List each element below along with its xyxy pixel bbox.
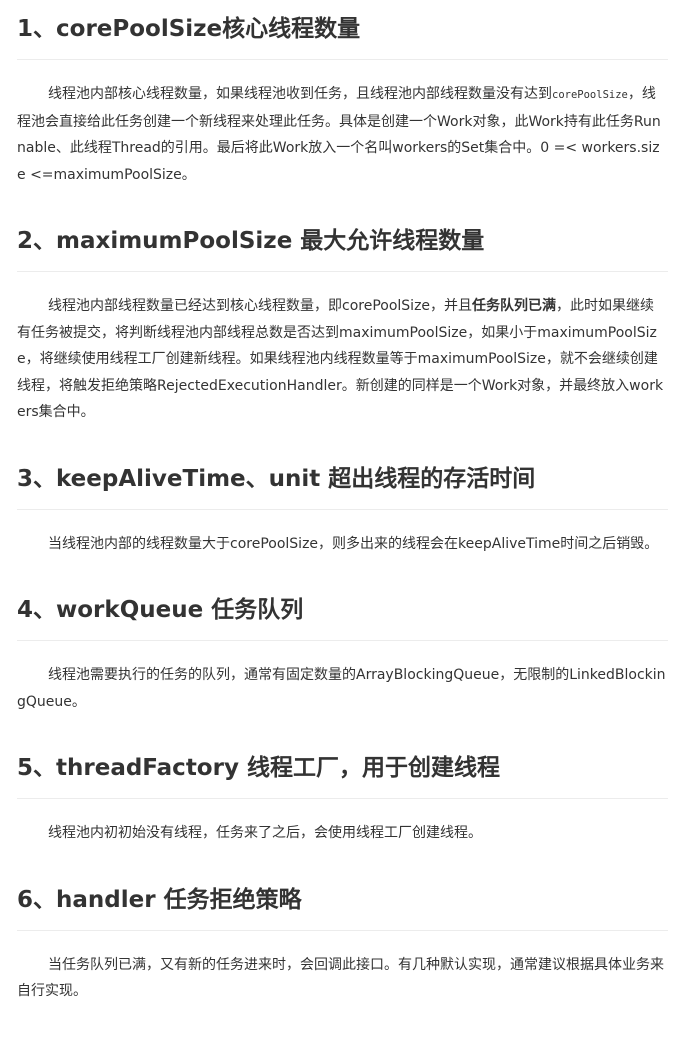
section-title: 3、keepAliveTime、unit 超出线程的存活时间 <box>17 465 536 492</box>
section-thread-factory: 5、threadFactory 线程工厂，用于创建线程 线程池内初初始没有线程，… <box>17 741 668 847</box>
section-paragraph: 当线程池内部的线程数量大于corePoolSize，则多出来的线程会在keepA… <box>48 535 659 552</box>
section-title: 4、workQueue 任务队列 <box>17 597 304 623</box>
article: 1、corePoolSize核心线程数量 线程池内部核心线程数量，如果线程池收到… <box>0 0 685 1005</box>
emphasis-text: 任务队列已满 <box>472 298 557 314</box>
section-core-pool-size: 1、corePoolSize核心线程数量 线程池内部核心线程数量，如果线程池收到… <box>17 0 668 188</box>
section-paragraph: 当任务队列已满，又有新的任务进来时，会回调此接口。有几种默认实现，通常建议根据具… <box>17 956 664 1000</box>
section-maximum-pool-size: 2、maximumPoolSize 最大允许线程数量 线程池内部线程数量已经达到… <box>17 214 668 426</box>
section-title: 6、handler 任务拒绝策略 <box>17 886 302 913</box>
paragraph-text: 线程池内部线程数量已经达到核心线程数量，即corePoolSize，并且 <box>48 298 473 314</box>
section-title: 5、threadFactory 线程工厂，用于创建线程 <box>17 755 500 781</box>
divider <box>17 929 668 931</box>
divider <box>17 508 668 510</box>
inline-code: corePoolSize <box>552 89 628 101</box>
divider <box>17 271 668 272</box>
divider <box>17 640 668 641</box>
section-title: 1、corePoolSize核心线程数量 <box>17 16 361 42</box>
divider <box>17 798 668 799</box>
section-handler: 6、handler 任务拒绝策略 当任务队列已满，又有新的任务进来时，会回调此接… <box>17 873 668 1005</box>
section-keep-alive-time: 3、keepAliveTime、unit 超出线程的存活时间 当线程池内部的线程… <box>17 452 668 558</box>
section-title: 2、maximumPoolSize 最大允许线程数量 <box>17 228 485 254</box>
section-paragraph: 线程池内部核心线程数量，如果线程池收到任务，且线程池内部线程数量没有达到core… <box>17 81 668 188</box>
section-paragraph: 线程池内部线程数量已经达到核心线程数量，即corePoolSize，并且任务队列… <box>17 293 668 426</box>
section-paragraph: 线程池内初初始没有线程，任务来了之后，会使用线程工厂创建线程。 <box>48 825 482 841</box>
paragraph-text: 线程池内部核心线程数量，如果线程池收到任务，且线程池内部线程数量没有达到 <box>48 86 552 102</box>
paragraph-text: ，此时如果继续有任务被提交，将判断线程池内部线程总数是否达到maximumPoo… <box>17 298 664 420</box>
section-work-queue: 4、workQueue 任务队列 线程池需要执行的任务的队列，通常有固定数量的A… <box>17 583 668 715</box>
section-paragraph: 线程池需要执行的任务的队列，通常有固定数量的ArrayBlockingQueue… <box>17 667 666 710</box>
divider <box>17 59 668 60</box>
